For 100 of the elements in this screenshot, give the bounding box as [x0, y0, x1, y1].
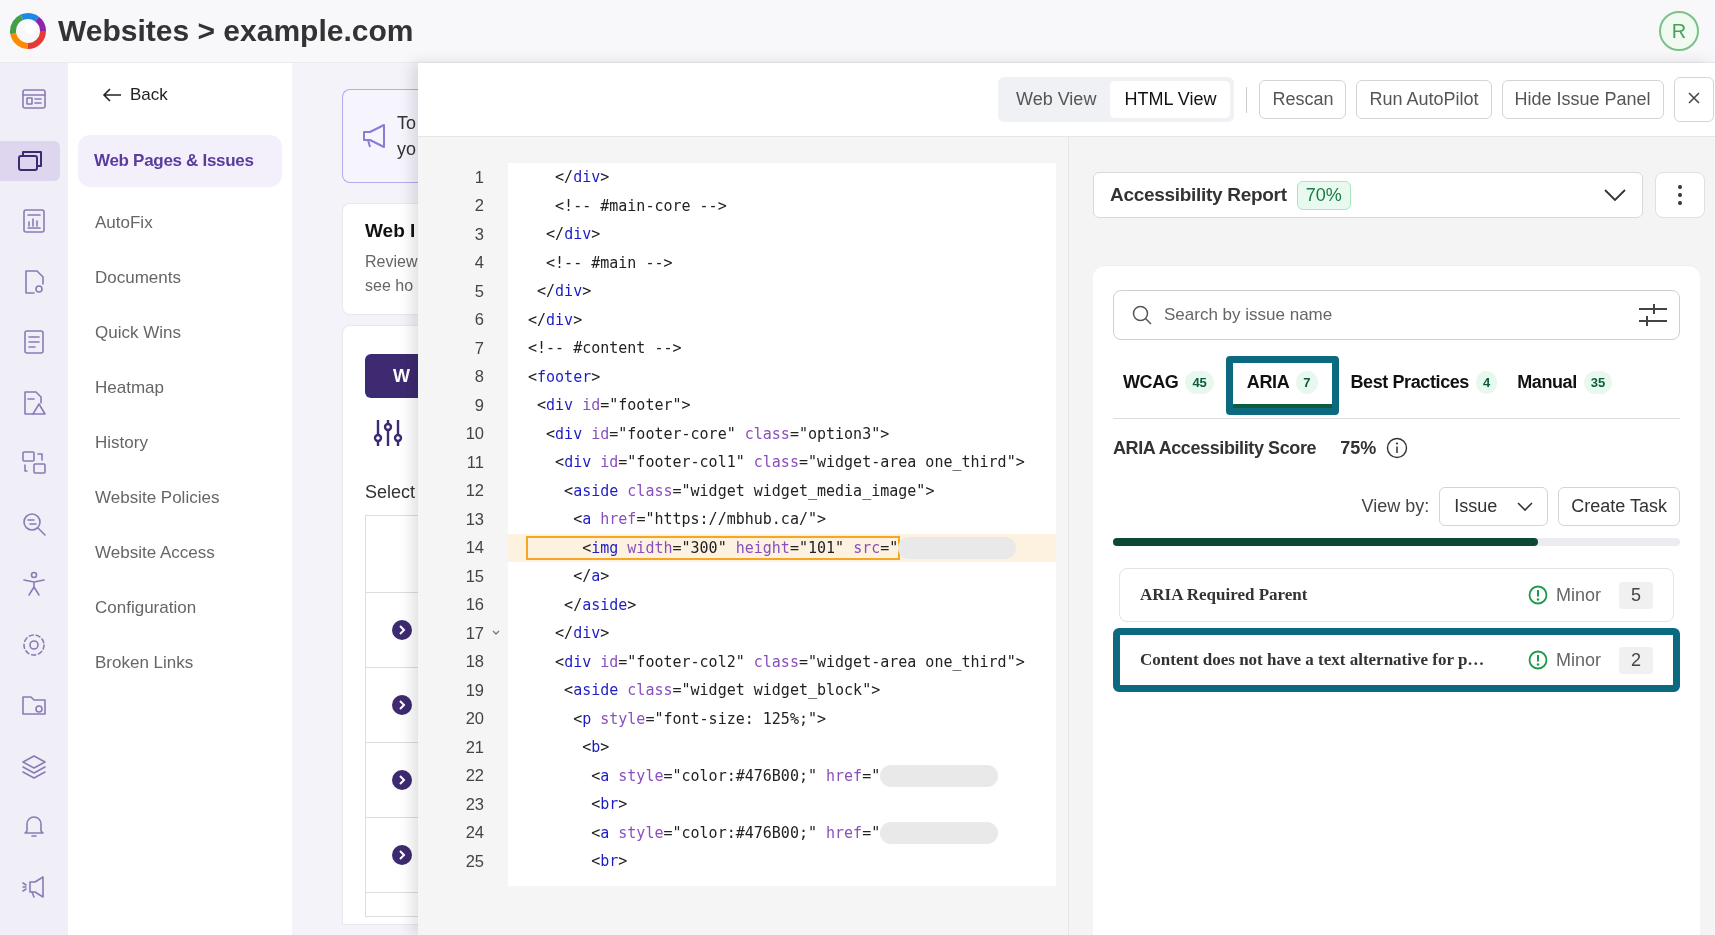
line-number: 7: [473, 338, 484, 358]
code-line: </div>: [554, 167, 611, 189]
nav-item[interactable]: AutoFix: [78, 200, 282, 246]
code-line: <a style="color:#476B00;" href=": [508, 818, 1056, 847]
filter-icon[interactable]: [1639, 304, 1667, 326]
issue-row[interactable]: ARIA Required Parent Minor 5: [1119, 568, 1674, 622]
view-by-label: View by:: [1361, 496, 1430, 517]
search-field[interactable]: Search by issue name: [1113, 290, 1680, 340]
line-number: 18: [464, 652, 484, 672]
report-dropdown[interactable]: Accessibility Report 70%: [1093, 172, 1643, 218]
alert-icon: [1527, 650, 1548, 670]
code-line: <aside class="widget widget_media_image">: [563, 480, 936, 502]
search-input[interactable]: Search by issue name: [1162, 304, 1629, 326]
chevron-down-icon: [1517, 501, 1534, 512]
line-number: 13: [464, 509, 484, 529]
line-number: 12: [464, 481, 484, 501]
line-number: 22: [464, 766, 484, 786]
issue-count: 5: [1619, 581, 1653, 609]
line-number: 11: [465, 452, 484, 472]
code-line: <!-- #main -->: [545, 252, 674, 274]
code-line: </a>: [572, 566, 611, 588]
nav-item[interactable]: Website Access: [78, 530, 282, 576]
code-line: <a href="https://mbhub.ca/">: [572, 509, 828, 531]
expand-icon[interactable]: [392, 695, 412, 715]
code-line: <footer>: [527, 366, 602, 388]
toolbar-button[interactable]: Rescan: [1259, 80, 1347, 119]
code-line: <!-- #main-core -->: [554, 195, 728, 217]
line-number: 3: [473, 224, 484, 244]
nav-item[interactable]: History: [78, 420, 282, 466]
code-line: </div>: [554, 623, 611, 645]
view-by-dropdown[interactable]: Issue: [1439, 487, 1549, 526]
line-number: 24: [464, 823, 484, 843]
tab-button[interactable]: W: [365, 354, 418, 398]
code-line: </div>: [536, 281, 593, 303]
nav-item[interactable]: Configuration: [78, 585, 282, 631]
line-number: 5: [473, 281, 484, 301]
score-badge: 70%: [1296, 180, 1351, 210]
page-title: Websites > example.com: [58, 14, 414, 48]
nav-item[interactable]: Quick Wins: [78, 310, 282, 356]
card-title: Web I: [365, 220, 417, 242]
category-tab[interactable]: Best Practices 4: [1344, 362, 1504, 408]
line-number: 23: [464, 794, 484, 814]
expand-icon[interactable]: [392, 845, 412, 865]
expand-icon[interactable]: [392, 620, 412, 640]
code-line: <div id="footer-core" class="option3">: [545, 423, 891, 445]
line-number: 1: [473, 167, 484, 187]
banner-text: yo: [397, 138, 416, 161]
line-number: 25: [464, 851, 484, 871]
create-task-button[interactable]: Create Task: [1558, 487, 1680, 526]
view-tab[interactable]: Web View: [1002, 81, 1111, 118]
nav-item[interactable]: Heatmap: [78, 365, 282, 411]
line-number: 15: [464, 566, 484, 586]
line-number: 9: [473, 395, 484, 415]
nav-item[interactable]: Documents: [78, 255, 282, 301]
close-icon: [1686, 91, 1701, 105]
banner-text: To: [397, 112, 416, 135]
line-number: 20: [464, 709, 484, 729]
category-tab[interactable]: ARIA 7: [1232, 362, 1332, 408]
count-badge: 45: [1185, 370, 1214, 394]
view-tab[interactable]: HTML View: [1110, 81, 1231, 118]
line-number: 6: [473, 310, 484, 330]
code-line: <aside class="widget widget_block">: [563, 680, 882, 702]
toolbar-button[interactable]: Hide Issue Panel: [1501, 80, 1664, 119]
nav-item[interactable]: Web Pages & Issues: [78, 135, 282, 187]
line-number: 14: [464, 538, 484, 558]
info-icon[interactable]: [1386, 437, 1409, 459]
code-line: <div id="footer-col2" class="widget-area one_third">: [554, 651, 1026, 673]
nav-item[interactable]: Website Policies: [78, 475, 282, 521]
expand-icon[interactable]: [392, 770, 412, 790]
back-label: Back: [130, 85, 168, 105]
score-value: 75%: [1340, 437, 1377, 459]
logo-icon: [8, 11, 48, 51]
category-tab[interactable]: Manual 35: [1511, 362, 1619, 408]
code-line: <br>: [590, 794, 629, 816]
kebab-icon: [1677, 184, 1683, 206]
back-arrow-icon: [102, 88, 122, 102]
search-icon: [1132, 305, 1152, 325]
issue-title: Content does not have a text alternative for p…: [1140, 650, 1485, 670]
line-number: 10: [464, 424, 484, 444]
line-number: 16: [464, 595, 484, 615]
line-number: 4: [473, 253, 484, 273]
severity-label: Minor: [1555, 649, 1601, 671]
tab-label: WCAG: [1123, 371, 1179, 393]
close-button[interactable]: [1673, 77, 1714, 122]
score-label: ARIA Accessibility Score: [1113, 437, 1317, 459]
tab-label: Manual: [1517, 371, 1577, 393]
back-link[interactable]: Back: [102, 85, 282, 105]
windows-icon[interactable]: [0, 140, 60, 181]
card-text: Review: [365, 252, 418, 272]
line-number: 21: [464, 737, 484, 757]
toolbar-button[interactable]: Run AutoPilot: [1356, 80, 1492, 119]
more-menu-button[interactable]: [1655, 172, 1705, 218]
count-badge: 35: [1583, 370, 1613, 394]
issue-row[interactable]: Content does not have a text alternative for p… Minor 2: [1120, 635, 1673, 685]
code-line: <a style="color:#476B00;" href=": [508, 761, 1056, 790]
nav-item[interactable]: Broken Links: [78, 640, 282, 686]
line-number: 8: [473, 367, 484, 387]
card-text: see ho: [365, 276, 415, 296]
category-tab[interactable]: WCAG 45: [1117, 362, 1220, 408]
issue-count: 2: [1619, 646, 1653, 674]
